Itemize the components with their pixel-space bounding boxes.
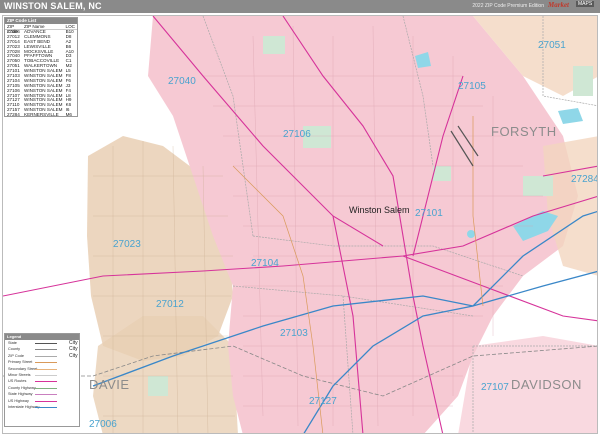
zip-label-27103: 27103 xyxy=(280,328,308,339)
zip-label-27012: 27012 xyxy=(156,299,184,310)
legend-item-label: County Highway xyxy=(8,385,36,390)
map-frame[interactable]: 27051 27040 27105 27106 27101 27284 2702… xyxy=(2,15,598,434)
legend-swatch xyxy=(35,368,57,370)
zip-table-rows: 27006 ADVANCE B10 27012 CLEMMONS D8 27014 EAST … xyxy=(5,29,77,118)
zip-label-27106: 27106 xyxy=(283,129,311,140)
legend-item-label: US Routes xyxy=(8,379,27,384)
zip-label-27006: 27006 xyxy=(89,419,117,430)
title-bar: WINSTON SALEM, NC 2022 ZIP Code Premium … xyxy=(0,0,600,13)
publisher-logo: Market MAPS xyxy=(546,0,598,13)
legend-item: Interstate Highway xyxy=(5,404,79,410)
logo-brand-secondary: MAPS xyxy=(576,1,595,7)
legend-item-label: US Highway xyxy=(8,398,29,403)
zip-label-27023: 27023 xyxy=(113,239,141,250)
edition-label: 2022 ZIP Code Premium Edition xyxy=(472,3,544,9)
county-label-davie: DAVIE xyxy=(89,377,130,392)
legend-item-label: Minor Streets xyxy=(8,372,31,377)
legend-swatch xyxy=(35,394,57,396)
zip-code-table: ZIP Code List ZIP Code ZIP Name LOC 2700… xyxy=(4,17,78,117)
zip-table-row: 27284 KERNERSVILLE M6 xyxy=(5,112,77,118)
legend-swatch xyxy=(35,349,57,351)
zip-label-27104: 27104 xyxy=(251,258,279,269)
zip-name-cell: KERNERSVILLE xyxy=(24,112,59,118)
legend-swatch xyxy=(35,374,57,376)
map-title: WINSTON SALEM, NC xyxy=(4,1,102,11)
zip-loc-cell: M6 xyxy=(65,112,72,118)
legend-item-label: County xyxy=(8,347,21,352)
legend-items: State City County City ZIP Code City Primary S… xyxy=(5,340,79,410)
legend-item-label: ZIP Code xyxy=(8,353,24,358)
zip-label-27051: 27051 xyxy=(538,40,566,51)
legend-swatch xyxy=(35,362,57,364)
logo-brand: Market xyxy=(548,1,569,9)
legend-item-label: State Highway xyxy=(8,392,33,397)
legend-swatch xyxy=(35,406,57,408)
map-canvas[interactable] xyxy=(3,16,598,434)
county-label-forsyth: FORSYTH xyxy=(491,124,557,139)
legend-swatch xyxy=(35,381,57,383)
zip-label-27105: 27105 xyxy=(458,81,486,92)
legend-item-label: Secondary Street xyxy=(8,366,38,371)
zip-label-27101: 27101 xyxy=(415,208,443,219)
zip-label-27127: 27127 xyxy=(309,396,337,407)
legend-swatch xyxy=(35,343,57,344)
legend-item-label: Primary Street xyxy=(8,360,33,365)
legend-swatch xyxy=(35,387,57,389)
legend-swatch xyxy=(35,355,57,357)
zip-code-cell: 27284 xyxy=(7,112,20,118)
zip-label-27040: 27040 xyxy=(168,76,196,87)
map-legend: Legend State City County City ZIP Code City Pr… xyxy=(4,333,80,427)
legend-swatch xyxy=(35,400,57,402)
city-label-winston-salem: Winston Salem xyxy=(349,205,410,215)
legend-item-label: State xyxy=(8,341,17,345)
zip-label-27284: 27284 xyxy=(571,174,598,185)
zip-label-27107: 27107 xyxy=(481,382,509,393)
county-label-davidson: DAVIDSON xyxy=(511,377,582,392)
